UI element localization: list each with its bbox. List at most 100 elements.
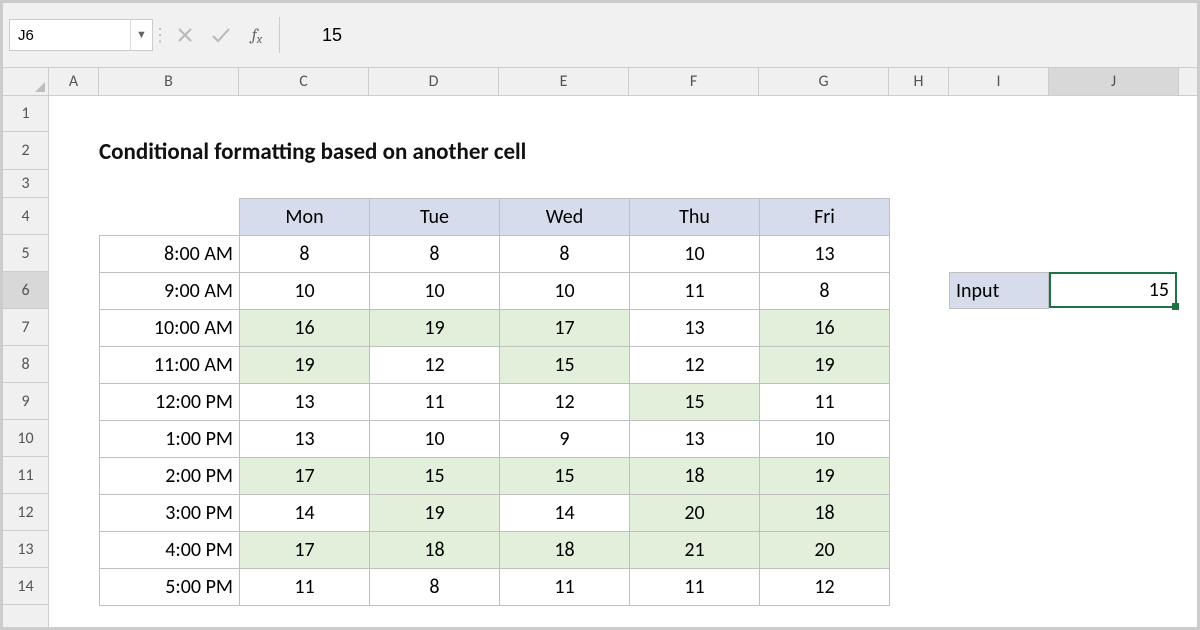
data-cell: 8	[240, 236, 370, 273]
cancel-icon[interactable]	[167, 17, 203, 53]
row-header-6[interactable]: 6	[3, 272, 48, 309]
row-header-10[interactable]: 10	[3, 420, 48, 457]
col-header-H[interactable]: H	[889, 68, 949, 95]
time-cell: 1:00 PM	[100, 421, 240, 458]
col-header-I[interactable]: I	[949, 68, 1049, 95]
data-cell: 18	[630, 458, 760, 495]
data-cell: 11	[630, 569, 760, 606]
table-corner	[100, 199, 240, 236]
time-cell: 12:00 PM	[100, 384, 240, 421]
data-cell: 12	[370, 347, 500, 384]
time-cell: 10:00 AM	[100, 310, 240, 347]
data-cell: 14	[240, 495, 370, 532]
data-cell: 13	[630, 421, 760, 458]
data-cell: 19	[240, 347, 370, 384]
data-cell: 14	[500, 495, 630, 532]
grid-area: ABCDEFGHIJ 1234567891011121314 Condition…	[3, 68, 1197, 627]
time-cell: 4:00 PM	[100, 532, 240, 569]
row-header-1[interactable]: 1	[3, 96, 48, 132]
data-cell: 18	[500, 532, 630, 569]
data-cell: 13	[240, 421, 370, 458]
enter-icon[interactable]	[203, 17, 239, 53]
row-header-14[interactable]: 14	[3, 568, 48, 605]
data-cell: 12	[500, 384, 630, 421]
time-cell: 9:00 AM	[100, 273, 240, 310]
col-header-F[interactable]: F	[629, 68, 759, 95]
time-cell: 8:00 AM	[100, 236, 240, 273]
cells-canvas[interactable]: Conditional formatting based on another …	[49, 96, 1197, 627]
data-cell: 11	[370, 384, 500, 421]
data-cell: 12	[630, 347, 760, 384]
row-header-2[interactable]: 2	[3, 132, 48, 170]
grid-body: 1234567891011121314 Conditional formatti…	[3, 96, 1197, 627]
col-header-G[interactable]: G	[759, 68, 889, 95]
data-cell: 10	[630, 236, 760, 273]
data-cell: 10	[370, 273, 500, 310]
data-cell: 11	[630, 273, 760, 310]
row-header-9[interactable]: 9	[3, 383, 48, 420]
input-label-cell: Input	[949, 272, 1049, 309]
row-header-3[interactable]: 3	[3, 170, 48, 198]
select-all-corner[interactable]	[3, 68, 49, 95]
data-cell: 21	[630, 532, 760, 569]
data-cell: 10	[240, 273, 370, 310]
data-cell: 10	[760, 421, 890, 458]
row-header-12[interactable]: 12	[3, 494, 48, 531]
separator: ⋮	[153, 24, 167, 46]
data-cell: 19	[760, 458, 890, 495]
time-cell: 3:00 PM	[100, 495, 240, 532]
fx-icon[interactable]: fx	[239, 26, 275, 45]
data-cell: 12	[760, 569, 890, 606]
col-header-A[interactable]: A	[49, 68, 99, 95]
data-cell: 19	[370, 310, 500, 347]
data-cell: 15	[370, 458, 500, 495]
name-box-dropdown-icon[interactable]: ▼	[130, 20, 152, 50]
data-cell: 17	[240, 532, 370, 569]
data-cell: 13	[240, 384, 370, 421]
row-header-11[interactable]: 11	[3, 457, 48, 494]
data-cell: 15	[500, 347, 630, 384]
row-header-col: 1234567891011121314	[3, 96, 49, 627]
formula-input[interactable]	[314, 19, 1191, 51]
divider	[279, 17, 280, 53]
formula-bar: ▼ ⋮ fx	[3, 3, 1197, 68]
data-cell: 8	[370, 236, 500, 273]
data-cell: 15	[630, 384, 760, 421]
time-cell: 2:00 PM	[100, 458, 240, 495]
data-cell: 11	[240, 569, 370, 606]
data-cell: 19	[370, 495, 500, 532]
data-cell: 11	[760, 384, 890, 421]
data-cell: 9	[500, 421, 630, 458]
row-header-5[interactable]: 5	[3, 235, 48, 272]
col-header-E[interactable]: E	[499, 68, 629, 95]
table-header: Fri	[760, 199, 890, 236]
col-header-D[interactable]: D	[369, 68, 499, 95]
data-cell: 17	[500, 310, 630, 347]
time-cell: 5:00 PM	[100, 569, 240, 606]
column-header-row: ABCDEFGHIJ	[3, 68, 1197, 96]
row-header-4[interactable]: 4	[3, 198, 48, 235]
app-window: ▼ ⋮ fx ABCDEFGHIJ 1234567891011121314 Co…	[0, 0, 1200, 630]
data-cell: 18	[370, 532, 500, 569]
data-cell: 13	[760, 236, 890, 273]
table-header: Wed	[500, 199, 630, 236]
data-cell: 10	[370, 421, 500, 458]
data-cell: 20	[760, 532, 890, 569]
row-header-13[interactable]: 13	[3, 531, 48, 568]
input-value-cell[interactable]: 15	[1049, 272, 1177, 308]
row-header-8[interactable]: 8	[3, 346, 48, 383]
col-header-B[interactable]: B	[99, 68, 239, 95]
row-header-7[interactable]: 7	[3, 309, 48, 346]
table-header: Thu	[630, 199, 760, 236]
data-cell: 8	[760, 273, 890, 310]
data-cell: 17	[240, 458, 370, 495]
table-header: Mon	[240, 199, 370, 236]
data-cell: 13	[630, 310, 760, 347]
page-title: Conditional formatting based on another …	[99, 138, 526, 166]
name-box-wrap: ▼	[9, 19, 153, 51]
data-cell: 8	[500, 236, 630, 273]
col-header-J[interactable]: J	[1049, 68, 1179, 95]
col-header-C[interactable]: C	[239, 68, 369, 95]
name-box[interactable]	[10, 23, 130, 48]
data-cell: 19	[760, 347, 890, 384]
